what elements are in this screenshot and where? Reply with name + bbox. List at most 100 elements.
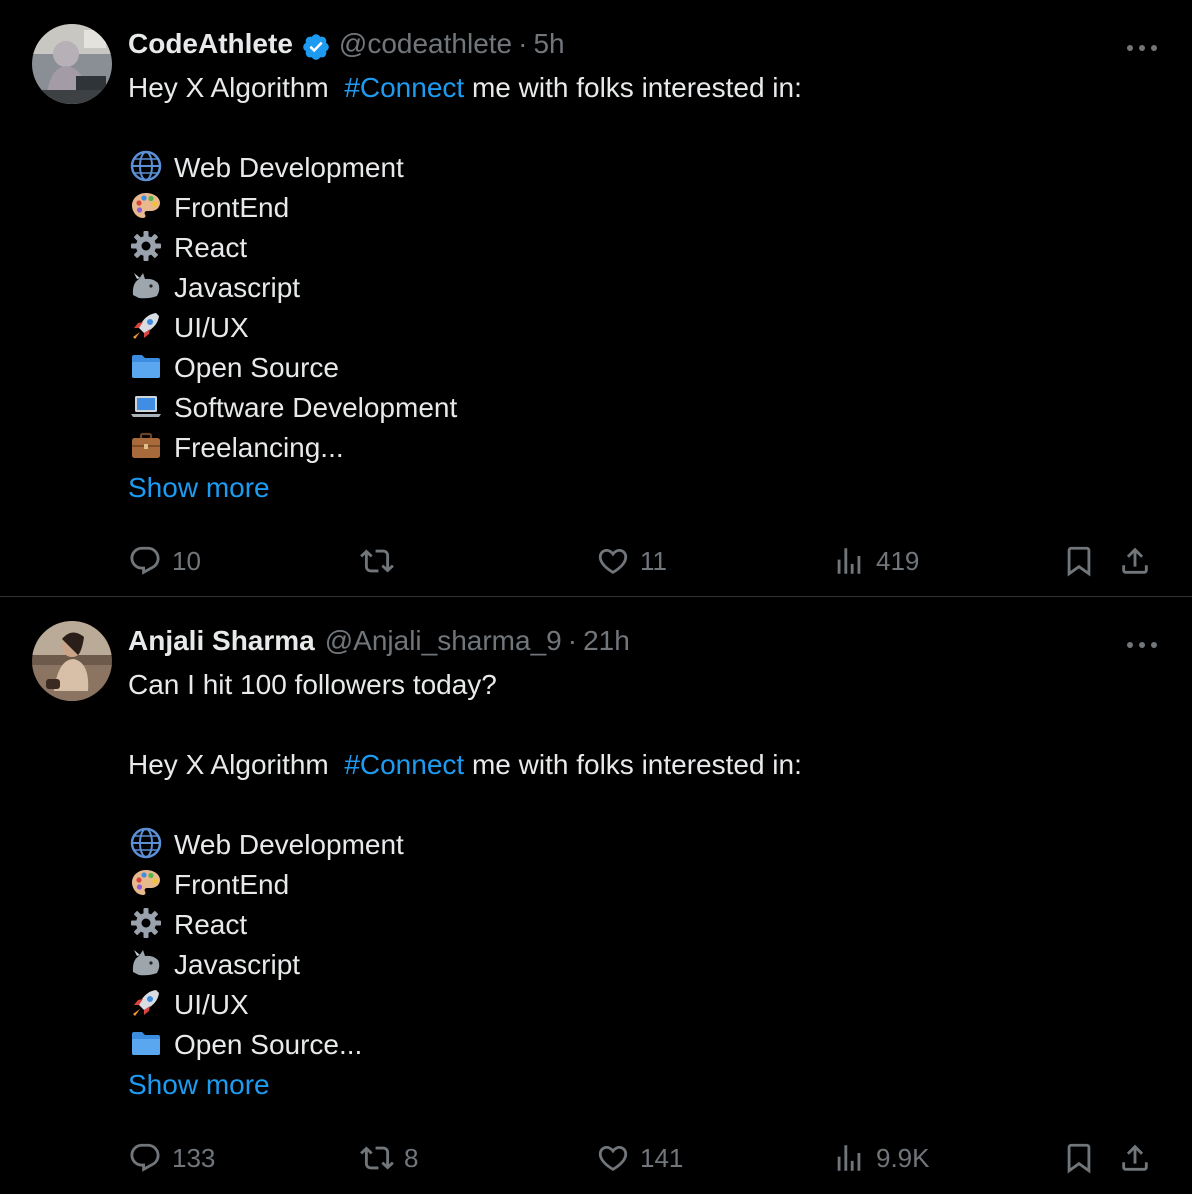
like-button[interactable]: 11 (596, 536, 667, 586)
verified-badge-icon (301, 29, 331, 60)
globe-icon (128, 826, 164, 860)
interest-label: React (174, 909, 248, 940)
repost-button[interactable]: 8 (360, 1133, 418, 1183)
separator-dot: · (567, 625, 578, 656)
hashtag-link[interactable]: #Connect (344, 72, 464, 103)
heart-icon (598, 548, 628, 574)
gear-icon (128, 229, 164, 263)
tweet[interactable]: CodeAthlete @codeathlete · 5h Hey X Algo… (0, 0, 1192, 597)
text-line: Hey X Algorithm #Connect me with folks i… (128, 68, 1160, 108)
views-button[interactable]: 9.9K (832, 1133, 930, 1183)
interest-label: Javascript (174, 949, 301, 980)
like-button[interactable]: 141 (596, 1133, 683, 1183)
text-span: Hey X Algorithm (128, 72, 345, 103)
interest-label: UI/UX (174, 989, 249, 1020)
reply-count: 133 (172, 1142, 216, 1173)
palette-icon (128, 189, 164, 223)
avatar[interactable] (32, 24, 112, 104)
text-span: Can I hit 100 followers today? (128, 669, 497, 700)
interest-item: React (128, 228, 1160, 268)
display-name[interactable]: CodeAthlete (128, 20, 293, 68)
like-count: 11 (640, 545, 667, 576)
hashtag-link[interactable]: #Connect (344, 749, 464, 780)
repost-icon (360, 549, 394, 573)
rhino-icon (128, 269, 164, 303)
user-handle[interactable]: @Anjali_sharma_9 (325, 617, 562, 665)
separator-dot: · (518, 28, 528, 59)
interest-label: Open Source (174, 352, 339, 383)
reply-count: 10 (172, 545, 201, 576)
interest-item: React (128, 905, 1160, 945)
bookmark-button[interactable] (1062, 1133, 1096, 1183)
gear-icon (128, 906, 164, 940)
tweet-header: CodeAthlete @codeathlete · 5h (128, 20, 1160, 68)
palette-icon (128, 866, 164, 900)
share-button[interactable] (1118, 1133, 1152, 1183)
text-span: me with folks interested in: (464, 72, 802, 103)
show-more-link[interactable]: Show more (128, 468, 1160, 508)
avatar-image (32, 24, 112, 104)
repost-button[interactable] (360, 536, 394, 586)
laptop-icon (128, 389, 164, 423)
interest-item: Javascript (128, 268, 1160, 308)
bookmark-button[interactable] (1062, 536, 1096, 586)
rocket-icon (128, 309, 164, 343)
folder-icon (128, 349, 164, 383)
reply-button[interactable]: 133 (128, 1133, 215, 1183)
interest-item: UI/UX (128, 985, 1160, 1025)
views-button[interactable]: 419 (832, 536, 919, 586)
view-count: 9.9K (876, 1142, 930, 1173)
text-span: Hey X Algorithm (128, 749, 345, 780)
interest-item: Web Development (128, 825, 1160, 865)
interest-item: FrontEnd (128, 188, 1160, 228)
analytics-icon (837, 548, 861, 574)
tweet-text: Hey X Algorithm #Connect me with folks i… (128, 68, 1160, 468)
share-icon (1122, 547, 1148, 574)
user-handle[interactable]: @codeathlete (339, 20, 512, 68)
repost-icon (360, 1146, 394, 1170)
text-line: Hey X Algorithm #Connect me with folks i… (128, 745, 1160, 785)
reply-icon (130, 1143, 160, 1172)
text-line: Can I hit 100 followers today? (128, 665, 1160, 705)
tweet-text: Can I hit 100 followers today? Hey X Algo… (128, 665, 1160, 1065)
analytics-icon (837, 1145, 861, 1171)
timestamp[interactable]: 21h (583, 617, 630, 665)
repost-count: 8 (404, 1142, 419, 1173)
interest-item: Software Development (128, 388, 1160, 428)
interest-item: Javascript (128, 945, 1160, 985)
interest-label: Web Development (174, 152, 404, 183)
interest-item: FrontEnd (128, 865, 1160, 905)
interest-label: Web Development (174, 829, 404, 860)
bookmark-icon (1067, 1143, 1091, 1174)
like-count: 141 (640, 1142, 684, 1173)
folder-icon (128, 1026, 164, 1060)
avatar[interactable] (32, 621, 112, 701)
bookmark-icon (1067, 546, 1091, 577)
briefcase-icon (128, 429, 164, 463)
interest-item: Freelancing... (128, 428, 1160, 468)
interest-item: UI/UX (128, 308, 1160, 348)
tweet-header: Anjali Sharma @Anjali_sharma_9 · 21h (128, 617, 1160, 665)
display-name[interactable]: Anjali Sharma (128, 617, 315, 665)
timestamp[interactable]: 5h (533, 20, 564, 68)
reply-button[interactable]: 10 (128, 536, 201, 586)
interest-label: Freelancing... (174, 432, 344, 463)
rocket-icon (128, 986, 164, 1020)
share-button[interactable] (1118, 536, 1152, 586)
tweet[interactable]: Anjali Sharma @Anjali_sharma_9 · 21h Can… (0, 597, 1192, 1194)
view-count: 419 (876, 545, 920, 576)
show-more-link[interactable]: Show more (128, 1065, 1160, 1105)
interest-label: Javascript (174, 272, 301, 303)
tweet-actions: 10 11 419 (128, 536, 1160, 586)
interest-label: FrontEnd (174, 192, 290, 223)
heart-icon (598, 1145, 628, 1171)
text-span: me with folks interested in: (464, 749, 802, 780)
more-options-icon[interactable] (1124, 627, 1160, 663)
reply-icon (130, 546, 160, 575)
more-options-icon[interactable] (1124, 30, 1160, 66)
interest-item: Open Source (128, 348, 1160, 388)
interest-label: React (174, 232, 248, 263)
rhino-icon (128, 946, 164, 980)
